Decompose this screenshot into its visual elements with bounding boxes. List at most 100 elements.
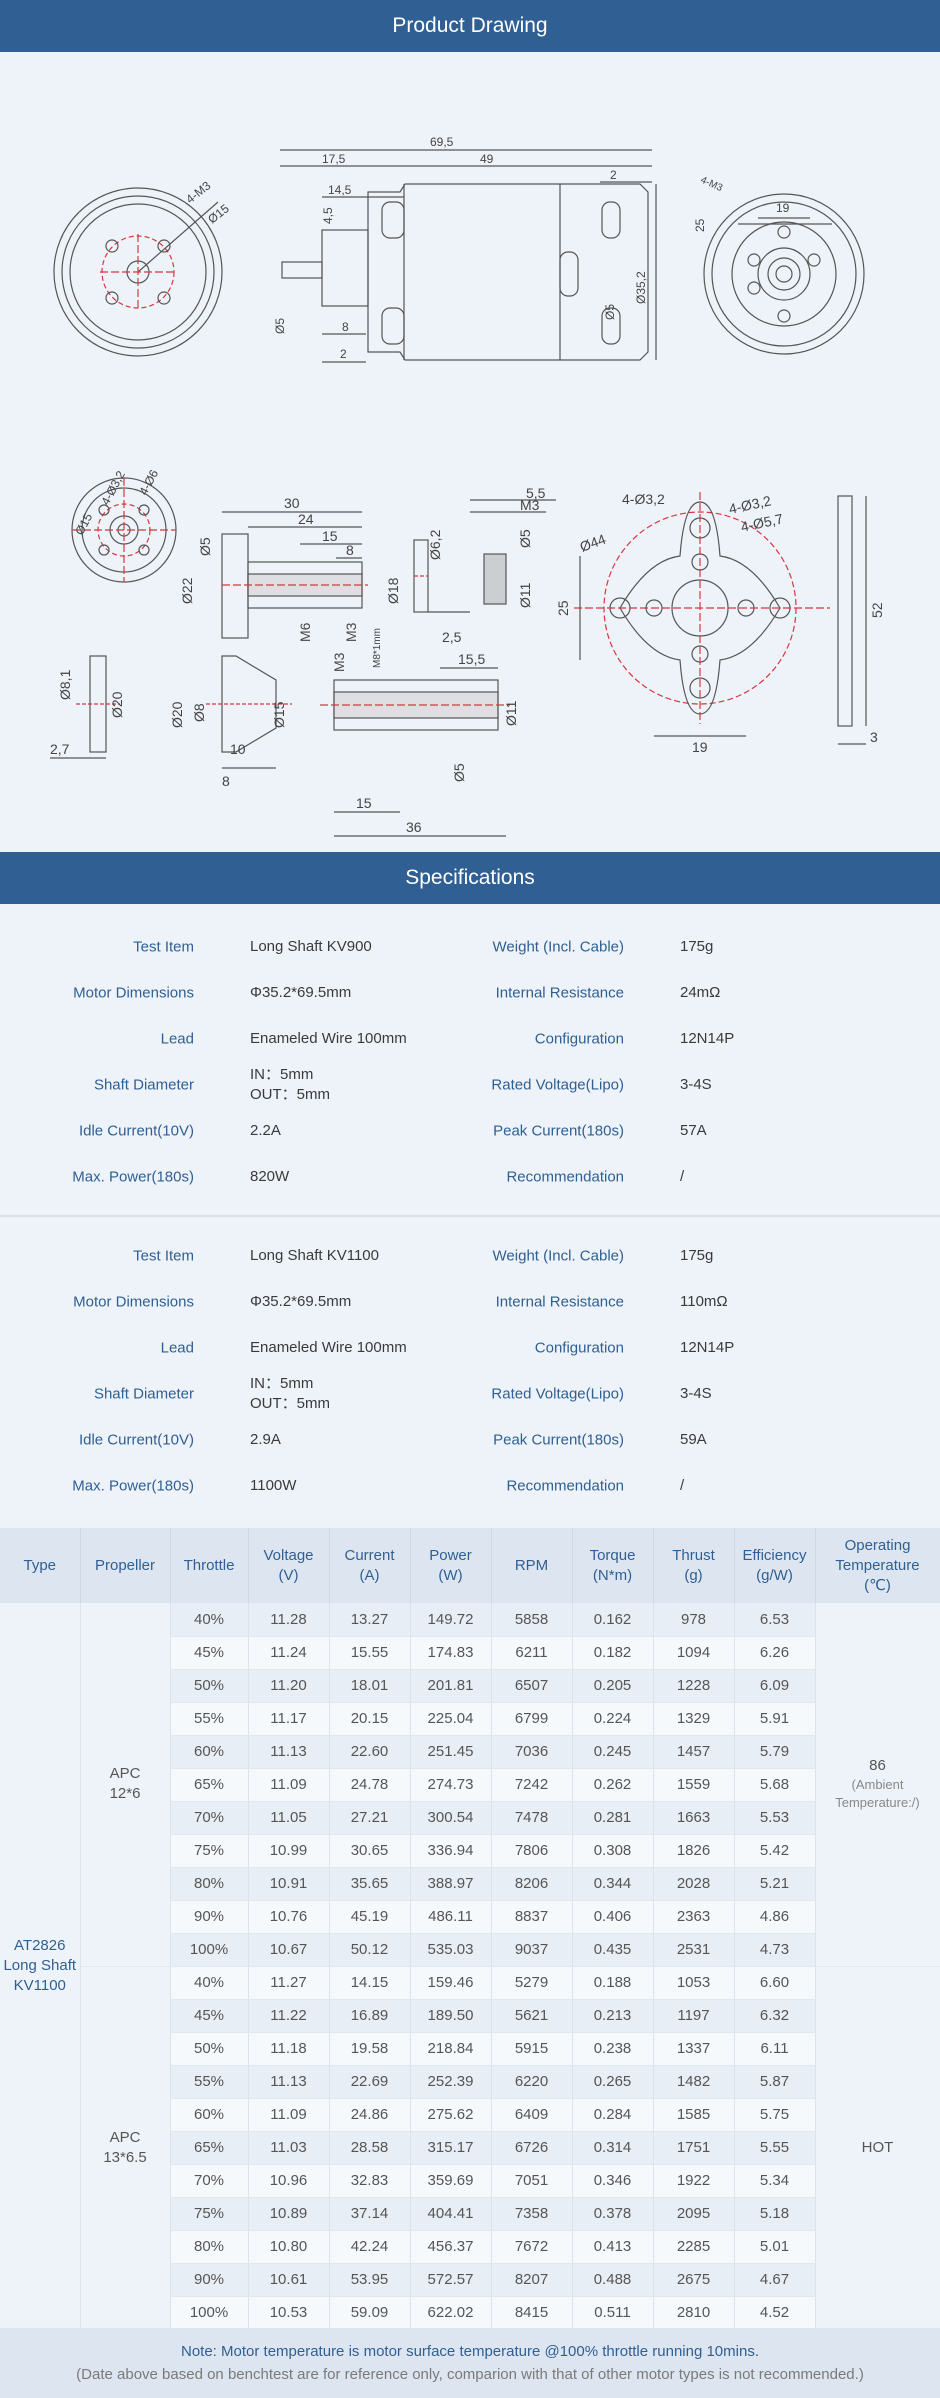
table-cell: 22.69 [329,2065,411,2099]
shaft-out: OUT：5mm [250,1086,330,1103]
table-cell: 10.96 [248,2164,330,2198]
table-cell: 6.53 [734,1603,816,1637]
dim-label: 25 [693,218,707,232]
header-text: (g) [684,1566,703,1584]
spec-value: 820W [250,1168,290,1185]
table-cell: 6211 [491,1636,573,1670]
type-text: KV1100 [13,1976,66,1994]
table-cell: 20.15 [329,1702,411,1736]
table-cell: 0.378 [572,2197,654,2231]
table-cell: 0.488 [572,2263,654,2297]
table-cell: 45% [170,1636,249,1670]
table-cell: 1094 [653,1636,735,1670]
mount-side-view [837,495,867,745]
table-cell: 2531 [653,1933,735,1967]
table-row: AT2826 Long Shaft KV1100 APC 12*6 40% 11.28 13.… [0,1603,940,2330]
table-cell: 18.01 [329,1669,411,1703]
shaft-out: OUT：5mm [250,1395,330,1412]
dim-label: 69,5 [430,135,454,149]
spec-row: Motor Dimensions Φ35.2*69.5mm Internal R… [0,1279,940,1325]
spec-row: Motor Dimensions Φ35.2*69.5mm Internal R… [0,970,940,1016]
spec-value: 12N14P [680,1339,735,1356]
table-cell: 11.13 [248,1735,330,1769]
note-line: Note: Motor temperature is motor surface… [181,2343,759,2360]
spec-label: Max. Power(180s) [72,1477,194,1495]
table-cell: 16.89 [329,1999,411,2033]
table-cell: 486.11 [410,1900,492,1934]
table-cell: 40% [170,1966,249,2000]
header-text: RPM [514,1556,549,1574]
header-text: Temperature [835,1556,920,1574]
dim-label: 36 [406,819,422,835]
spec-label: Idle Current(10V) [78,1122,194,1140]
propeller-text: APC [109,1765,141,1783]
table-cell: 0.314 [572,2131,654,2165]
table-cell: 35.65 [329,1867,411,1901]
table-cell: 100% [170,1933,249,1967]
table-cell: 1053 [653,1966,735,2000]
table-cell: 0.188 [572,1966,654,2000]
dim-label: 24 [298,511,314,527]
table-cell: 252.39 [410,2065,492,2099]
dim-label: Ø8 [191,703,207,722]
table-cell: 0.511 [572,2296,654,2330]
dim-label: Ø15 [205,201,232,226]
table-cell: 0.205 [572,1669,654,1703]
spec-value: Long Shaft KV1100 [250,1247,379,1264]
shaft-in: IN：5mm [250,1375,314,1392]
table-cell: 251.45 [410,1735,492,1769]
table-cell: 456.37 [410,2230,492,2264]
spec-label: Configuration [534,1030,624,1048]
dim-label: 8 [346,542,354,558]
table-cell: 0.346 [572,2164,654,2198]
header-text: Propeller [94,1556,156,1574]
spec-value: 110mΩ [680,1293,728,1310]
dim-label: 15,5 [458,651,485,667]
table-cell: 5.79 [734,1735,816,1769]
table-cell: 274.73 [410,1768,492,1802]
table-cell: 19.58 [329,2032,411,2066]
table-cell: 201.81 [410,1669,492,1703]
spec-label: Test Item [133,938,194,956]
table-cell: 45.19 [329,1900,411,1934]
dim-label: 10 [230,741,246,757]
table-cell: 10.61 [248,2263,330,2297]
dim-label: Ø35,2 [634,271,648,304]
dim-label: M6 [297,622,313,642]
header-text: Throttle [183,1556,235,1574]
spec-label: Lead [160,1339,194,1357]
table-cell: 225.04 [410,1702,492,1736]
dim-label: 25 [555,600,571,616]
table-cell: 50% [170,2032,249,2066]
dim-label: 4-M3 [183,178,213,206]
spec-label: Rated Voltage(Lipo) [491,1385,624,1403]
table-cell: 5.01 [734,2230,816,2264]
spec-row: Test Item Long Shaft KV1100 Weight (Incl… [0,1233,940,1279]
type-text: AT2826 [14,1936,66,1954]
table-cell: 6.32 [734,1999,816,2033]
table-cell: 24.78 [329,1768,411,1802]
table-cell: 14.15 [329,1966,411,2000]
table-cell: 50% [170,1669,249,1703]
table-cell: 7672 [491,2230,573,2264]
table-cell: 5858 [491,1603,573,1637]
spec-value: 12N14P [680,1030,735,1047]
header-text: (℃) [864,1576,891,1594]
table-cell: 572.57 [410,2263,492,2297]
table-cell: 11.17 [248,1702,330,1736]
spec-row: Idle Current(10V) 2.9A Peak Current(180s… [0,1417,940,1463]
table-cell: 60% [170,1735,249,1769]
dim-label: 2 [340,347,347,361]
table-cell: 65% [170,2131,249,2165]
table-cell: 7051 [491,2164,573,2198]
table-cell: 315.17 [410,2131,492,2165]
header-text: Thrust [672,1546,715,1564]
table-cell: 10.89 [248,2197,330,2231]
table-cell: 11.03 [248,2131,330,2165]
spec-label: Test Item [133,1247,194,1265]
dim-label: 15 [322,528,338,544]
header-text: Efficiency [742,1546,807,1564]
spec-value: 3-4S [680,1385,712,1402]
header-text: (V) [278,1566,299,1584]
spec-label: Lead [160,1030,194,1048]
